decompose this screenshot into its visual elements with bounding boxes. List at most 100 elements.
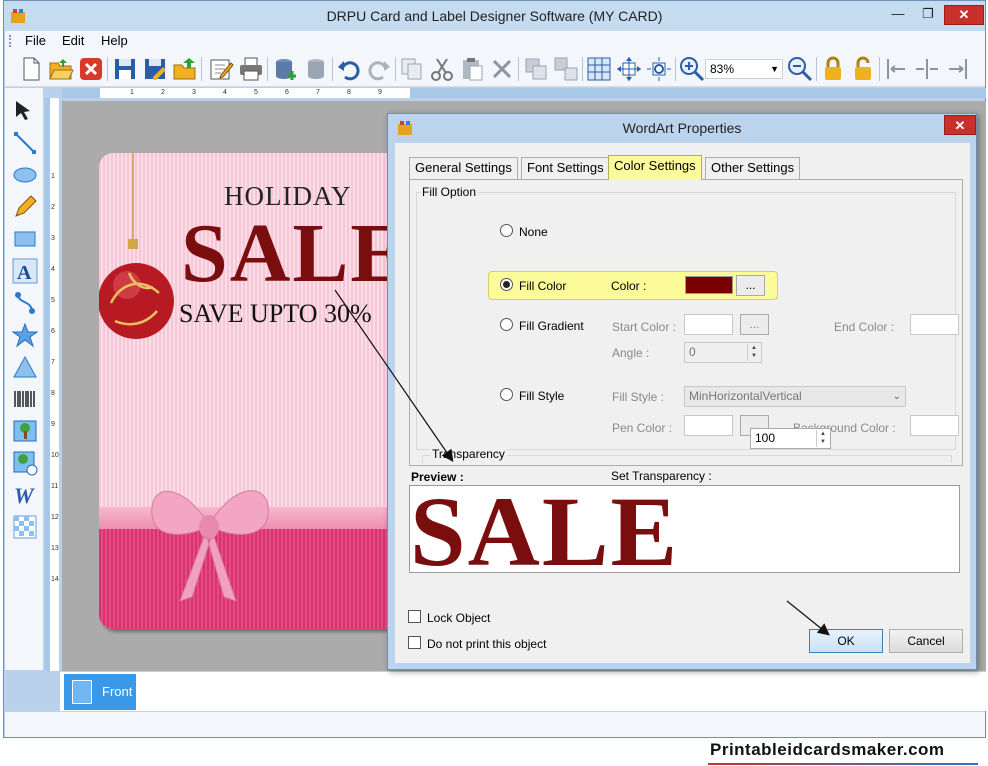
grid-icon[interactable]	[585, 55, 613, 83]
fill-style-value: MinHorizontalVertical	[689, 389, 802, 403]
database-icon[interactable]	[302, 55, 330, 83]
svg-text:A: A	[17, 262, 32, 284]
menu-edit[interactable]: Edit	[62, 33, 84, 48]
open-icon[interactable]	[47, 55, 75, 83]
dialog-body: General Settings Font Settings Color Set…	[395, 143, 970, 663]
minimize-button[interactable]: —	[884, 5, 912, 25]
start-color-browse-button[interactable]: ...	[740, 314, 769, 335]
ruler-number: 7	[316, 89, 320, 96]
star-icon[interactable]	[12, 322, 38, 348]
undo-icon[interactable]	[335, 55, 363, 83]
watermark-text: Printableidcardsmaker.com	[710, 740, 945, 759]
zoom-in-icon[interactable]	[678, 55, 706, 83]
lock-icon[interactable]	[819, 55, 847, 83]
none-label: None	[519, 225, 548, 239]
card-sale-wordart[interactable]: SALE	[181, 205, 399, 302]
lock-object-checkbox[interactable]	[408, 610, 421, 623]
ruler-number: 9	[51, 421, 55, 428]
angle-spinner[interactable]: 0 ▲ ▼	[684, 342, 762, 363]
spinner-arrows-icon[interactable]: ▲ ▼	[816, 430, 829, 447]
rotate-icon[interactable]	[645, 55, 673, 83]
fill-color-browse-button[interactable]: ...	[736, 275, 765, 296]
tab-font-settings[interactable]: Font Settings	[521, 157, 610, 179]
ellipse-icon[interactable]	[12, 162, 38, 188]
watermark-icon[interactable]	[12, 514, 38, 540]
triangle-icon[interactable]	[12, 354, 38, 380]
rectangle-icon[interactable]	[12, 226, 38, 252]
close-file-icon[interactable]	[77, 55, 105, 83]
pen-color-swatch[interactable]	[684, 415, 733, 436]
ruler-number: 9	[378, 89, 382, 96]
pointer-icon[interactable]	[12, 98, 38, 124]
print-icon[interactable]	[237, 55, 265, 83]
card-save-text[interactable]: SAVE UPTO 30%	[179, 299, 372, 329]
angle-value: 0	[689, 345, 696, 359]
move-icon[interactable]	[615, 55, 643, 83]
align-left-icon[interactable]	[883, 55, 911, 83]
fill-color-radio[interactable]	[500, 278, 513, 291]
start-color-swatch[interactable]	[684, 314, 733, 335]
save-icon[interactable]	[111, 55, 139, 83]
new-icon[interactable]	[17, 55, 45, 83]
tab-general-settings[interactable]: General Settings	[409, 157, 518, 179]
end-color-label: End Color :	[834, 320, 895, 334]
image-icon[interactable]	[12, 418, 38, 444]
wordart-icon[interactable]: W	[12, 482, 38, 508]
background-color-swatch[interactable]	[910, 415, 959, 436]
ungroup-icon[interactable]	[552, 55, 580, 83]
menu-help[interactable]: Help	[101, 33, 128, 48]
maximize-button[interactable]: ❐	[914, 5, 942, 25]
title-bar: DRPU Card and Label Designer Software (M…	[4, 1, 985, 31]
align-right-icon[interactable]	[943, 55, 971, 83]
barcode-icon[interactable]	[12, 386, 38, 412]
fill-style-radio[interactable]	[500, 388, 513, 401]
spinner-arrows-icon[interactable]: ▲ ▼	[747, 344, 760, 361]
transparency-spinner[interactable]: 100 ▲ ▼	[750, 428, 831, 449]
do-not-print-checkbox[interactable]	[408, 636, 421, 649]
status-bar	[5, 711, 985, 737]
image-library-icon[interactable]	[12, 450, 38, 476]
tab-other-settings[interactable]: Other Settings	[705, 157, 801, 179]
pencil-icon[interactable]	[12, 194, 38, 220]
zoom-out-icon[interactable]	[786, 55, 814, 83]
main-toolbar: 83% ▼	[5, 51, 985, 87]
chevron-down-icon: ⌄	[892, 391, 901, 402]
card-design[interactable]: HOLIDAY SALE SAVE UPTO 30%	[99, 153, 399, 629]
save-as-icon[interactable]	[141, 55, 169, 83]
fill-style-select[interactable]: MinHorizontalVertical ⌄	[684, 386, 906, 407]
menu-file[interactable]: File	[25, 33, 46, 48]
transparency-value: 100	[755, 431, 776, 445]
curve-icon[interactable]	[12, 290, 38, 316]
redo-icon[interactable]	[365, 55, 393, 83]
toolbar-separator	[107, 57, 108, 81]
align-center-icon[interactable]	[913, 55, 941, 83]
copy-icon[interactable]	[398, 55, 426, 83]
ruler-number: 4	[51, 266, 55, 273]
fill-gradient-radio[interactable]	[500, 318, 513, 331]
dialog-title-bar: WordArt Properties	[388, 114, 976, 142]
unlock-icon[interactable]	[849, 55, 877, 83]
line-icon[interactable]	[12, 130, 38, 156]
close-window-button[interactable]: ✕	[944, 5, 984, 25]
export-icon[interactable]	[171, 55, 199, 83]
ruler-number: 6	[51, 328, 55, 335]
database-add-icon[interactable]	[272, 55, 300, 83]
group-icon[interactable]	[522, 55, 550, 83]
dialog-close-button[interactable]: ✕	[944, 115, 976, 135]
cancel-button[interactable]: Cancel	[889, 629, 963, 653]
edit-icon[interactable]	[207, 55, 235, 83]
zoom-select[interactable]: 83% ▼	[705, 59, 783, 79]
none-radio[interactable]	[500, 224, 513, 237]
text-icon[interactable]: A	[12, 258, 38, 284]
page-tab-bar: Front	[60, 671, 986, 711]
fill-color-swatch[interactable]	[685, 276, 733, 294]
ornament-image[interactable]	[99, 153, 179, 373]
ok-button[interactable]: OK	[809, 629, 883, 653]
front-page-tab[interactable]: Front	[64, 674, 136, 710]
preview-box: SALE	[409, 485, 960, 573]
tab-color-settings[interactable]: Color Settings	[608, 155, 702, 180]
delete-icon[interactable]	[488, 55, 516, 83]
end-color-swatch[interactable]	[910, 314, 959, 335]
cut-icon[interactable]	[428, 55, 456, 83]
paste-icon[interactable]	[458, 55, 486, 83]
